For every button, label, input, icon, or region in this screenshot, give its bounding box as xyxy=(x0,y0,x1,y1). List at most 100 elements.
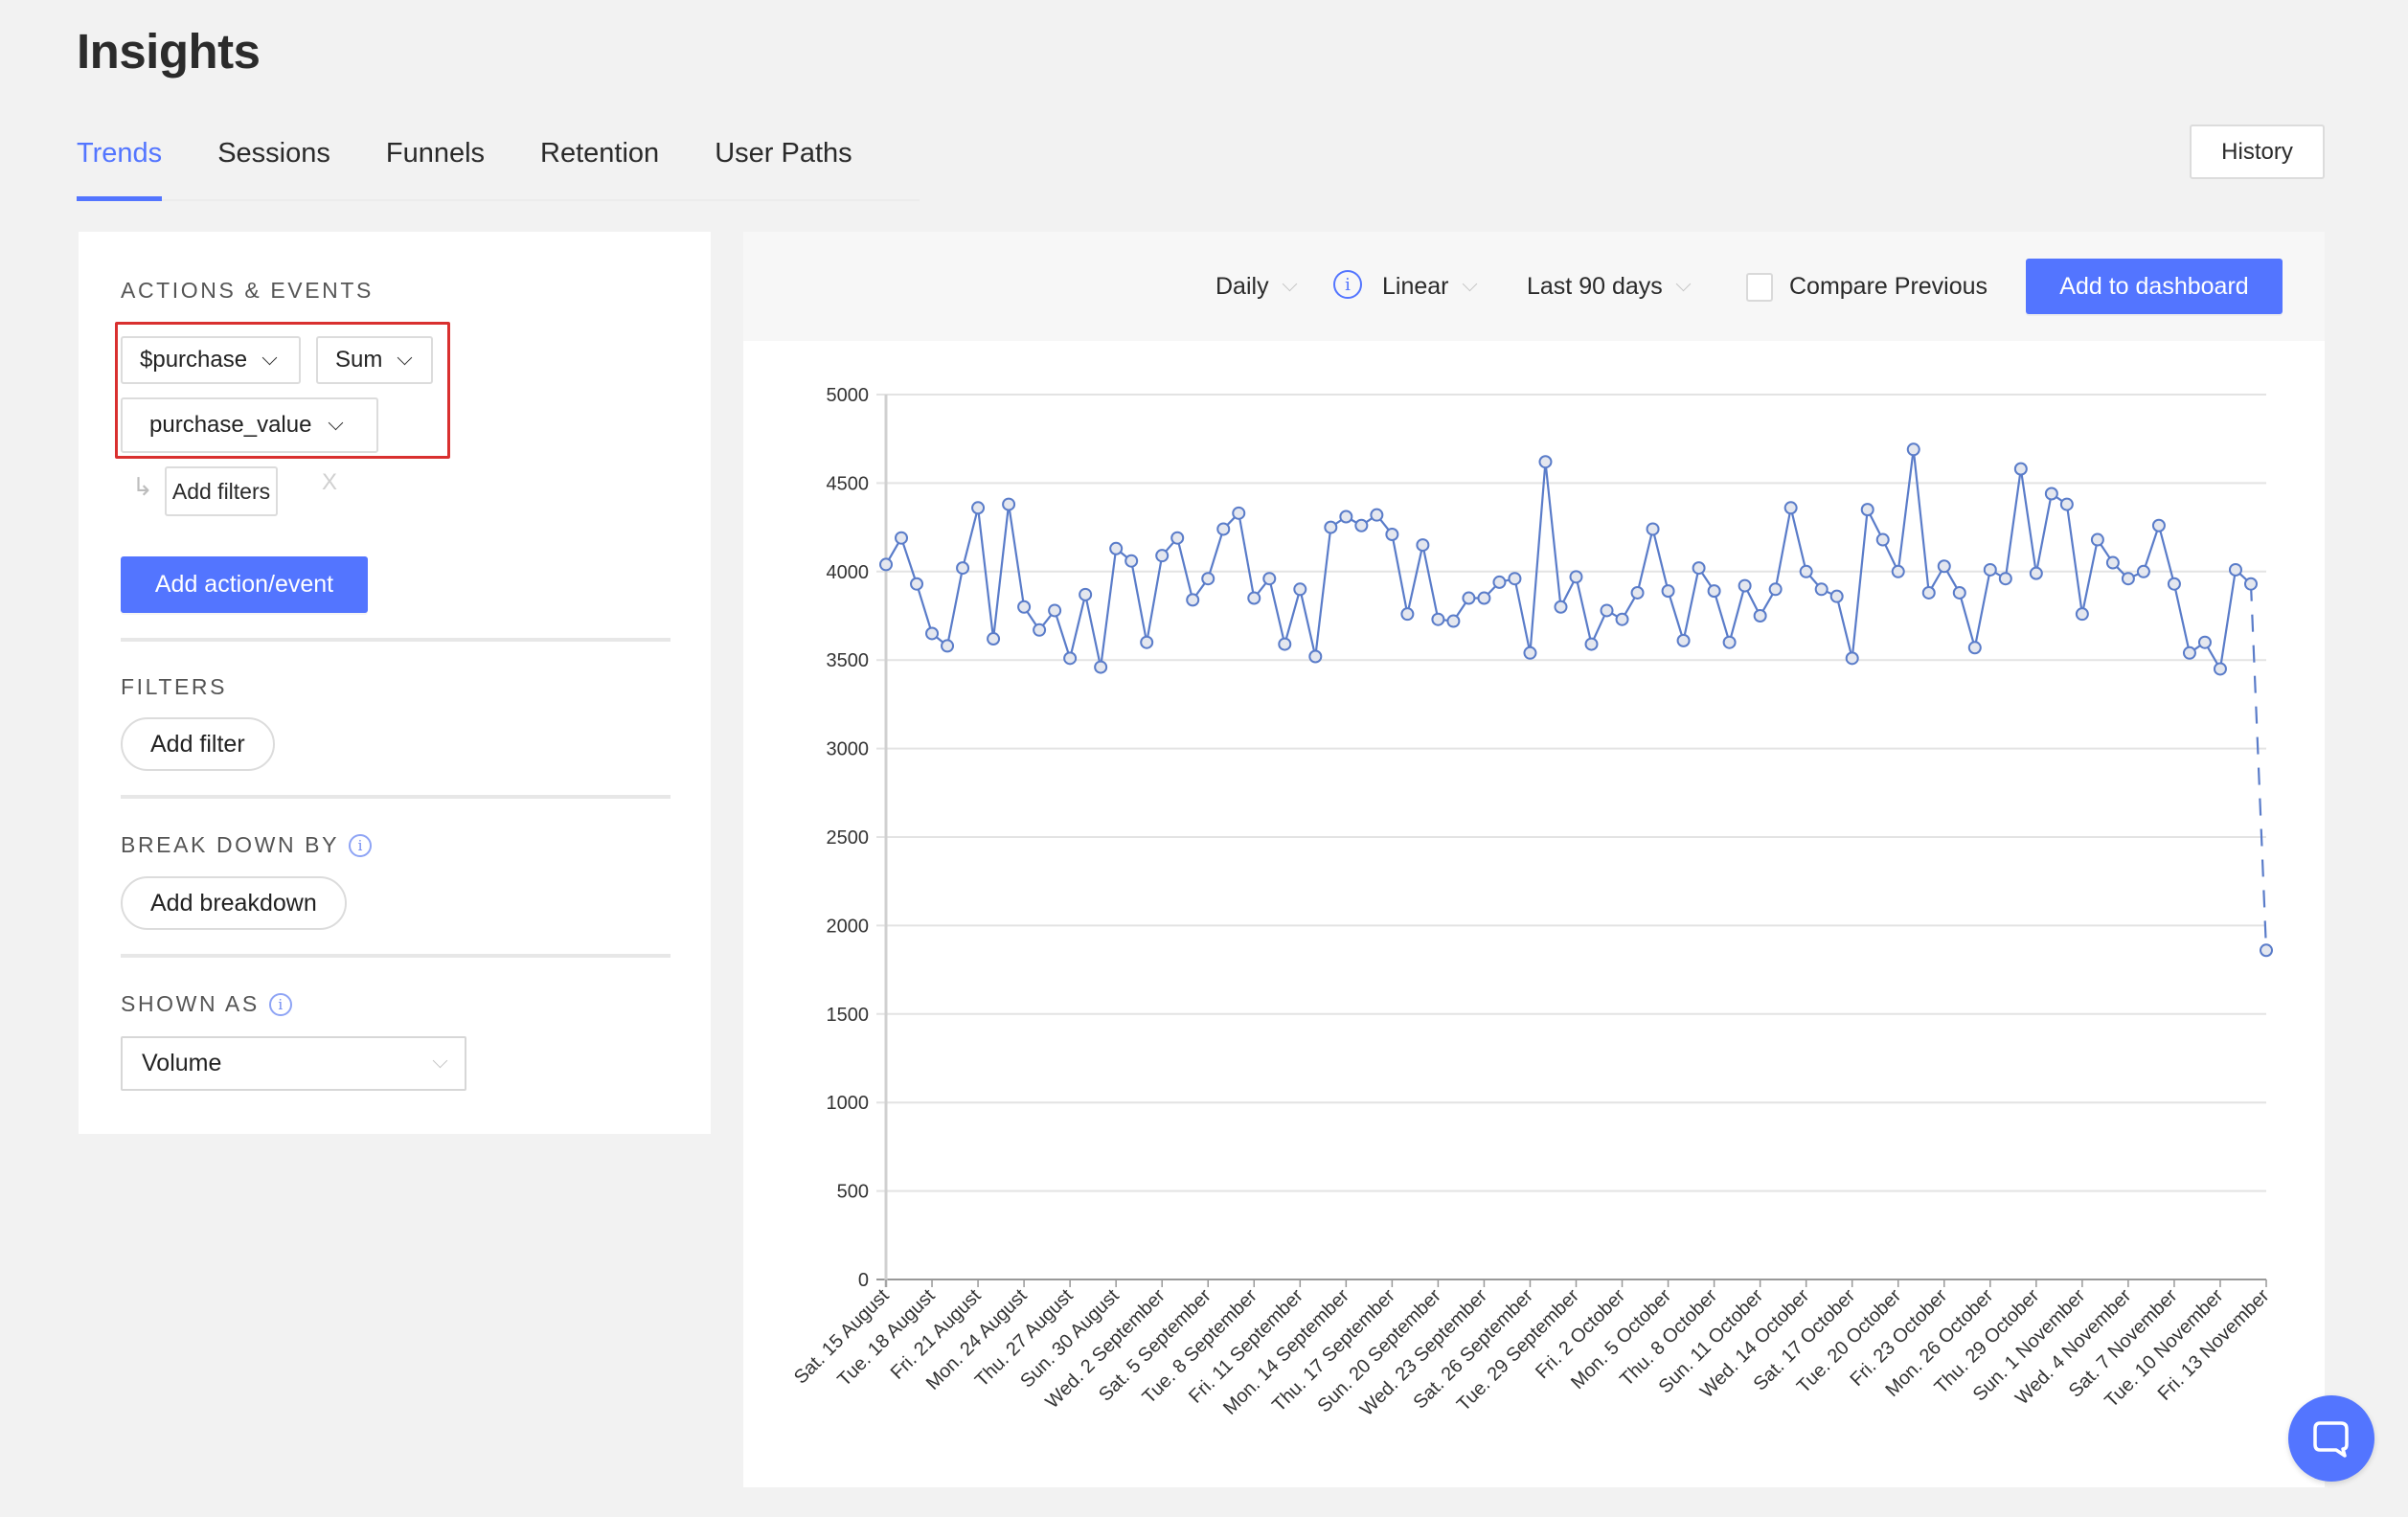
series-segment xyxy=(1667,590,1685,642)
chart-panel: Daily i Linear Last 90 days Compare Prev… xyxy=(743,232,2325,1487)
interval-select[interactable]: Daily xyxy=(1215,232,1297,341)
math-select[interactable]: Sum xyxy=(316,336,433,384)
add-action-event-button[interactable]: Add action/event xyxy=(121,556,368,613)
data-point xyxy=(1508,572,1522,586)
data-point xyxy=(1063,651,1078,666)
data-point xyxy=(1201,572,1215,586)
data-point xyxy=(1875,532,1890,547)
chat-support-button[interactable] xyxy=(2288,1395,2374,1482)
chat-bubble-icon xyxy=(2313,1421,2349,1458)
data-point xyxy=(1324,520,1338,534)
series-segment xyxy=(2172,583,2192,654)
info-icon[interactable]: i xyxy=(1333,270,1362,299)
remove-event-icon[interactable]: X xyxy=(322,469,337,496)
data-point xyxy=(895,531,909,545)
data-point xyxy=(1033,623,1047,637)
data-point xyxy=(1600,603,1614,618)
tab-funnels[interactable]: Funnels xyxy=(386,132,485,199)
scale-select[interactable]: Linear xyxy=(1382,232,1477,341)
data-point xyxy=(925,626,940,641)
data-point xyxy=(2228,562,2242,577)
data-point xyxy=(1891,564,1905,578)
tab-trends[interactable]: Trends xyxy=(77,132,163,201)
data-point xyxy=(1753,609,1767,623)
info-icon[interactable]: i xyxy=(268,992,292,1016)
data-point xyxy=(1079,587,1093,601)
page-title: Insights xyxy=(77,24,261,79)
data-point xyxy=(1814,582,1829,597)
series-segment xyxy=(1651,529,1670,592)
data-point xyxy=(1140,635,1154,649)
actions-events-label: ACTIONS & EVENTS xyxy=(121,278,374,304)
series-segment xyxy=(1238,512,1256,599)
trend-line-chart: 0 500 1000 1500 2000 2500 3000 3500 4000 4500 5000… xyxy=(790,385,2274,1420)
property-select[interactable]: purchase_value xyxy=(121,397,378,453)
data-point xyxy=(1278,637,1292,651)
data-point xyxy=(2167,577,2181,591)
data-point xyxy=(1783,501,1798,515)
data-point xyxy=(2059,497,2074,511)
series-segment xyxy=(2080,539,2099,615)
add-filter-button[interactable]: Add filter xyxy=(121,717,275,771)
data-point xyxy=(1860,503,1874,517)
data-point xyxy=(2136,564,2150,578)
event-select[interactable]: $purchase xyxy=(121,336,301,384)
data-point xyxy=(987,632,1001,646)
shown-as-select[interactable]: Volume xyxy=(121,1036,466,1091)
data-point xyxy=(2197,635,2212,649)
tab-user-paths[interactable]: User Paths xyxy=(715,132,852,199)
data-point xyxy=(2013,462,2028,476)
data-point xyxy=(1155,549,1170,563)
series-segment xyxy=(1513,577,1532,654)
shown-as-value: Volume xyxy=(142,1050,222,1076)
data-point xyxy=(1109,541,1124,555)
data-point xyxy=(2105,555,2120,570)
series-segment xyxy=(1897,449,1915,572)
compare-previous-checkbox[interactable] xyxy=(1746,273,1773,302)
history-button[interactable]: History xyxy=(2190,125,2325,179)
series-segment xyxy=(1851,509,1869,659)
chevron-down-icon xyxy=(1675,276,1692,291)
tab-retention[interactable]: Retention xyxy=(540,132,659,199)
data-point xyxy=(1738,578,1752,593)
series-segment-dashed xyxy=(2249,583,2268,951)
date-range-select[interactable]: Last 90 days xyxy=(1527,232,1692,341)
shown-as-label-text: SHOWN AS xyxy=(121,991,260,1016)
data-point xyxy=(971,501,986,515)
data-point xyxy=(2213,662,2227,676)
add-filters-button[interactable]: Add filters xyxy=(165,466,278,516)
series-segment xyxy=(1575,577,1593,645)
add-breakdown-button[interactable]: Add breakdown xyxy=(121,876,347,930)
data-point xyxy=(1186,593,1200,607)
series-segment xyxy=(1130,560,1148,643)
series-segment xyxy=(1682,567,1700,642)
data-point xyxy=(2029,566,2043,580)
data-point xyxy=(1339,509,1353,524)
add-to-dashboard-button[interactable]: Add to dashboard xyxy=(2026,259,2283,314)
y-tick-label: 5000 xyxy=(827,385,870,406)
y-tick-label: 4000 xyxy=(827,562,870,583)
data-point xyxy=(1676,633,1691,647)
y-tick-label: 1500 xyxy=(827,1005,870,1026)
data-point xyxy=(1707,584,1721,599)
breakdown-label: BREAK DOWN BY i xyxy=(121,832,373,858)
compare-previous-label: Compare Previous xyxy=(1789,272,1988,300)
y-tick-label: 1000 xyxy=(827,1093,870,1114)
filters-label: FILTERS xyxy=(121,674,227,700)
data-point xyxy=(1492,575,1507,589)
data-point xyxy=(1523,645,1537,660)
info-icon[interactable]: i xyxy=(349,833,373,857)
series-segment xyxy=(1789,508,1807,573)
data-point xyxy=(1829,589,1844,603)
data-point xyxy=(1906,442,1920,457)
divider xyxy=(121,638,670,642)
tab-sessions[interactable]: Sessions xyxy=(217,132,330,199)
series-segment xyxy=(1299,589,1317,657)
series-segment xyxy=(1084,594,1102,668)
property-select-value: purchase_value xyxy=(149,412,312,438)
data-point xyxy=(1983,562,1997,577)
series-segment xyxy=(1069,594,1087,659)
date-range-value: Last 90 days xyxy=(1527,272,1663,300)
data-point xyxy=(1308,649,1323,664)
data-point xyxy=(941,639,955,653)
